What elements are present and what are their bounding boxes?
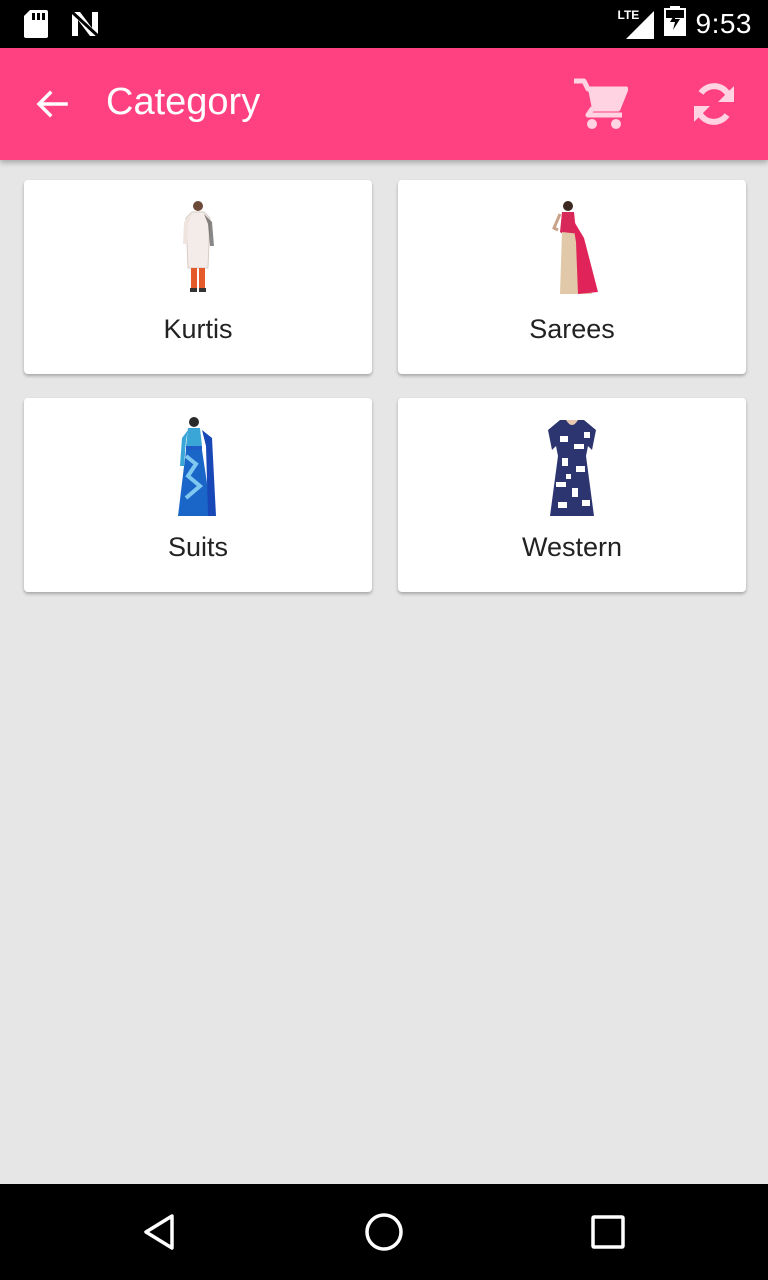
cart-button[interactable] [566,72,634,136]
category-grid: Kurtis Sarees Suits Western [24,180,746,592]
recents-square-icon [591,1215,625,1249]
signal-icon: LTE [618,8,654,39]
category-label: Suits [167,532,229,562]
category-label: Western [521,532,623,562]
category-card-kurtis[interactable]: Kurtis [24,180,372,374]
cart-icon [574,78,628,129]
nav-home-button[interactable] [354,1202,414,1262]
kurti-product-image [148,198,248,298]
nav-recents-button[interactable] [578,1202,638,1262]
category-label: Kurtis [163,314,233,344]
battery-icon [663,6,686,41]
refresh-button[interactable] [682,72,746,136]
refresh-icon [694,83,734,125]
saree-product-image [522,198,622,298]
clock: 9:53 [695,7,752,39]
category-card-suits[interactable]: Suits [24,398,372,592]
navigation-bar [0,1184,768,1280]
back-triangle-icon [144,1214,174,1250]
category-card-western[interactable]: Western [398,398,746,592]
back-arrow-icon [36,90,68,118]
category-card-sarees[interactable]: Sarees [398,180,746,374]
category-label: Sarees [529,314,615,344]
n-notification-icon [70,10,100,43]
western-dress-product-image [522,416,622,516]
sd-card-icon [24,10,48,43]
app-bar: Category [0,48,768,160]
back-button[interactable] [24,76,80,132]
suit-product-image [148,416,248,516]
nav-back-button[interactable] [130,1202,190,1262]
home-circle-icon [365,1213,403,1251]
status-bar: LTE 9:53 [0,0,768,48]
page-title: Category [106,81,261,123]
